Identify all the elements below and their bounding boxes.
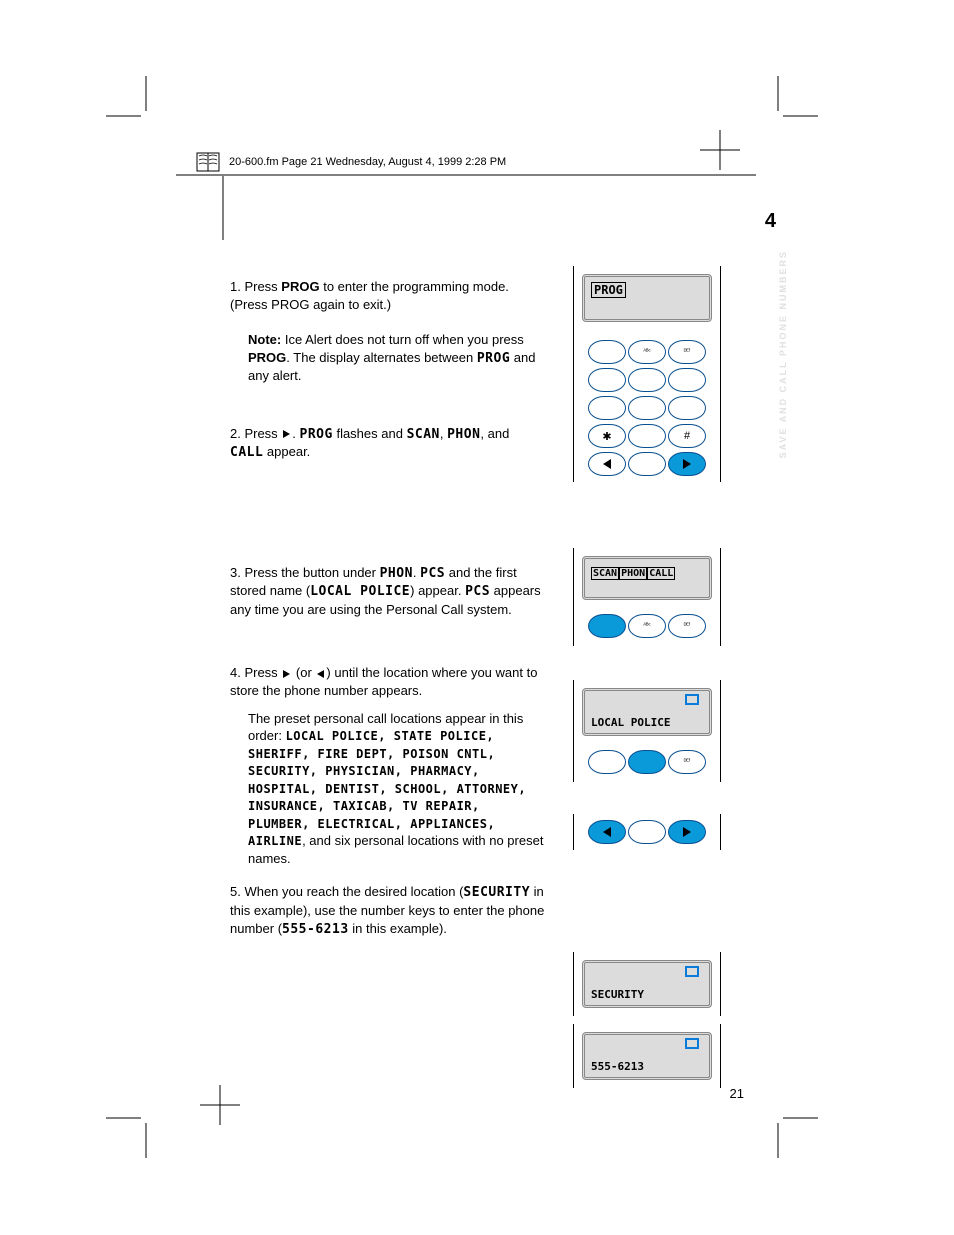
nav-center[interactable]	[628, 820, 666, 844]
right-arrow-icon	[683, 459, 691, 469]
section-number: 4	[765, 210, 776, 233]
registration-cross-bottom	[200, 1085, 240, 1125]
panel-arrow-nav	[573, 814, 721, 850]
manual-page: 20-600.fm Page 21 Wednesday, August 4, 1…	[0, 0, 954, 1235]
lcd-prog: PROG	[582, 274, 712, 322]
btn-2-phon[interactable]	[628, 750, 666, 774]
crop-mark-bl	[106, 1108, 156, 1158]
arrow-nav-row	[582, 820, 712, 844]
step-2: 2. Press . PROG flashes and SCAN, PHON, …	[230, 425, 545, 462]
page-footer: 20-600.fm Page 21 Wednesday, August 4, 1…	[195, 150, 506, 174]
panel-security: SECURITY	[573, 952, 721, 1016]
key-0[interactable]	[628, 424, 666, 448]
left-arrow-icon	[603, 827, 611, 837]
keypad-row-1: ᴬᴮᶜ ᴰᴱᶠ	[582, 340, 712, 364]
left-arrow-icon	[603, 459, 611, 469]
key-5[interactable]	[628, 368, 666, 392]
key-2[interactable]: ᴬᴮᶜ	[628, 340, 666, 364]
keypad-row-2	[582, 368, 712, 392]
header-vertical-rule	[222, 176, 224, 240]
tab-phon: PHON	[619, 567, 647, 580]
note-1: Note: Ice Alert does not turn off when y…	[248, 331, 545, 385]
nav-right[interactable]	[668, 820, 706, 844]
tab-scan: SCAN	[591, 567, 619, 580]
right-arrow-icon	[683, 827, 691, 837]
lcd-security-text: SECURITY	[591, 988, 644, 1001]
btn-under-phon[interactable]: ᴬᴮᶜ	[628, 614, 666, 638]
key-center[interactable]	[628, 452, 666, 476]
key-1[interactable]	[588, 340, 626, 364]
lcd-phone-number-text: 555-6213	[591, 1060, 644, 1073]
pcs-indicator-icon	[685, 966, 699, 977]
lcd-local-police-text: LOCAL POLICE	[591, 716, 670, 729]
step-1: 1. Press PROG to enter the programming m…	[230, 278, 545, 313]
step-4: 4. Press (or ) until the location where …	[230, 664, 545, 699]
phon-buttons: ᴰᴱᶠ	[582, 750, 712, 774]
key-8[interactable]	[628, 396, 666, 420]
section-header: SAVE AND CALL PHONE NUMBERS	[778, 250, 788, 458]
lcd-tabs: SCANPHONCALL	[582, 556, 712, 600]
btn-under-call[interactable]: ᴰᴱᶠ	[668, 614, 706, 638]
panel-phone-number: 555-6213	[573, 1024, 721, 1088]
key-6[interactable]	[668, 368, 706, 392]
key-right[interactable]	[668, 452, 706, 476]
key-7[interactable]	[588, 396, 626, 420]
panel-prog-keypad: PROG ᴬᴮᶜ ᴰᴱᶠ ✱ #	[573, 266, 721, 482]
lcd-prog-text: PROG	[591, 282, 626, 298]
page-number: 21	[730, 1086, 744, 1101]
key-3[interactable]: ᴰᴱᶠ	[668, 340, 706, 364]
keypad-row-4: ✱ #	[582, 424, 712, 448]
btn-1[interactable]	[588, 750, 626, 774]
tab-buttons: ᴬᴮᶜ ᴰᴱᶠ	[582, 614, 712, 638]
nav-left[interactable]	[588, 820, 626, 844]
step-3: 3. Press the button under PHON. PCS and …	[230, 564, 545, 619]
crop-mark-tl	[106, 76, 156, 126]
footer-text: 20-600.fm Page 21 Wednesday, August 4, 1…	[229, 156, 506, 168]
btn-3[interactable]: ᴰᴱᶠ	[668, 750, 706, 774]
footer-rule	[176, 174, 756, 176]
right-arrow-icon	[283, 670, 290, 678]
book-icon	[195, 150, 221, 174]
key-9[interactable]	[668, 396, 706, 420]
lcd-security: SECURITY	[582, 960, 712, 1008]
panel-scan-phon-call: SCANPHONCALL ᴬᴮᶜ ᴰᴱᶠ	[573, 548, 721, 646]
key-4[interactable]	[588, 368, 626, 392]
preset-list: The preset personal call locations appea…	[248, 710, 545, 868]
instruction-block: 1. Press PROG to enter the programming m…	[230, 278, 545, 944]
crop-mark-tr	[768, 76, 818, 126]
keypad-row-5	[582, 452, 712, 476]
key-hash[interactable]: #	[668, 424, 706, 448]
btn-under-scan[interactable]	[588, 614, 626, 638]
lcd-local-police: LOCAL POLICE	[582, 688, 712, 736]
crop-mark-br	[768, 1108, 818, 1158]
pcs-indicator-icon	[685, 694, 699, 705]
pcs-indicator-icon	[685, 1038, 699, 1049]
registration-cross-top	[700, 130, 740, 170]
left-arrow-icon	[317, 670, 324, 678]
right-arrow-icon	[283, 430, 290, 438]
panel-local-police: LOCAL POLICE ᴰᴱᶠ	[573, 680, 721, 782]
key-left[interactable]	[588, 452, 626, 476]
tab-call: CALL	[647, 567, 675, 580]
lcd-phone-number: 555-6213	[582, 1032, 712, 1080]
keypad-row-3	[582, 396, 712, 420]
step-5: 5. When you reach the desired location (…	[230, 883, 545, 938]
key-star[interactable]: ✱	[588, 424, 626, 448]
